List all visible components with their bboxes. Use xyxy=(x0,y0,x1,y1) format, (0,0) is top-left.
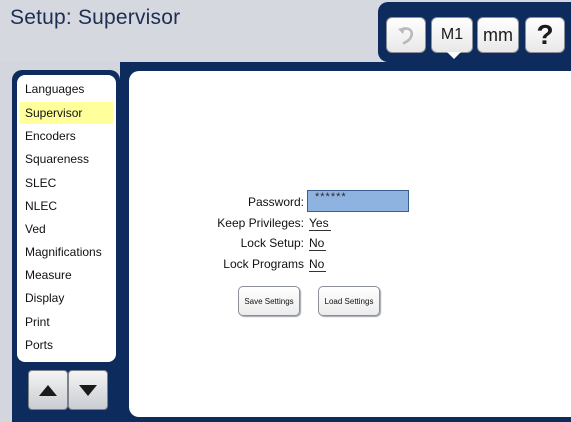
menu-item-nlec[interactable]: NLEC xyxy=(20,195,113,217)
menu-item-supervisor[interactable]: Supervisor xyxy=(20,102,113,124)
password-label: Password: xyxy=(247,195,304,209)
arrow-up-icon xyxy=(39,384,57,396)
menu-scroll-controls xyxy=(24,370,110,410)
measure-mode-button[interactable]: M1 xyxy=(431,17,473,53)
lock-setup-value[interactable]: No xyxy=(309,236,327,251)
load-settings-button[interactable]: Load Settings xyxy=(318,286,380,316)
menu-item-magnifications[interactable]: Magnifications xyxy=(20,241,113,263)
toolbar: M1 mm ? xyxy=(378,2,571,62)
keep-privileges-label: Keep Privileges: xyxy=(217,216,304,230)
scroll-up-button[interactable] xyxy=(28,370,68,410)
undo-icon xyxy=(398,27,414,45)
menu-item-ports[interactable]: Ports xyxy=(20,334,113,356)
save-settings-button[interactable]: Save Settings xyxy=(238,286,300,316)
menu-item-squareness[interactable]: Squareness xyxy=(20,148,113,170)
menu-item-encoders[interactable]: Encoders xyxy=(20,125,113,147)
password-field[interactable]: ****** xyxy=(307,190,409,212)
menu-item-measure[interactable]: Measure xyxy=(20,264,113,286)
keep-privileges-value[interactable]: Yes xyxy=(309,216,331,231)
lock-programs-label: Lock Programs xyxy=(223,257,304,271)
lock-programs-value[interactable]: No xyxy=(309,257,327,272)
arrow-down-icon xyxy=(79,384,97,396)
menu-item-display[interactable]: Display xyxy=(20,287,113,309)
menu-item-slec[interactable]: SLEC xyxy=(20,172,113,194)
page-title: Setup: Supervisor xyxy=(10,6,181,29)
setup-menu: Languages Supervisor Encoders Squareness… xyxy=(17,75,116,362)
menu-item-languages[interactable]: Languages xyxy=(20,78,113,100)
menu-item-ved[interactable]: Ved xyxy=(20,218,113,240)
m1-pointer xyxy=(447,52,461,59)
help-button[interactable]: ? xyxy=(525,17,565,53)
lock-setup-label: Lock Setup: xyxy=(240,236,304,250)
screen: Setup: Supervisor M1 mm ? Languages Supe… xyxy=(0,0,571,422)
units-button[interactable]: mm xyxy=(477,17,519,53)
undo-button[interactable] xyxy=(386,17,426,53)
supervisor-settings-panel xyxy=(129,71,571,417)
menu-item-print[interactable]: Print xyxy=(20,311,113,333)
scroll-down-button[interactable] xyxy=(68,370,108,410)
